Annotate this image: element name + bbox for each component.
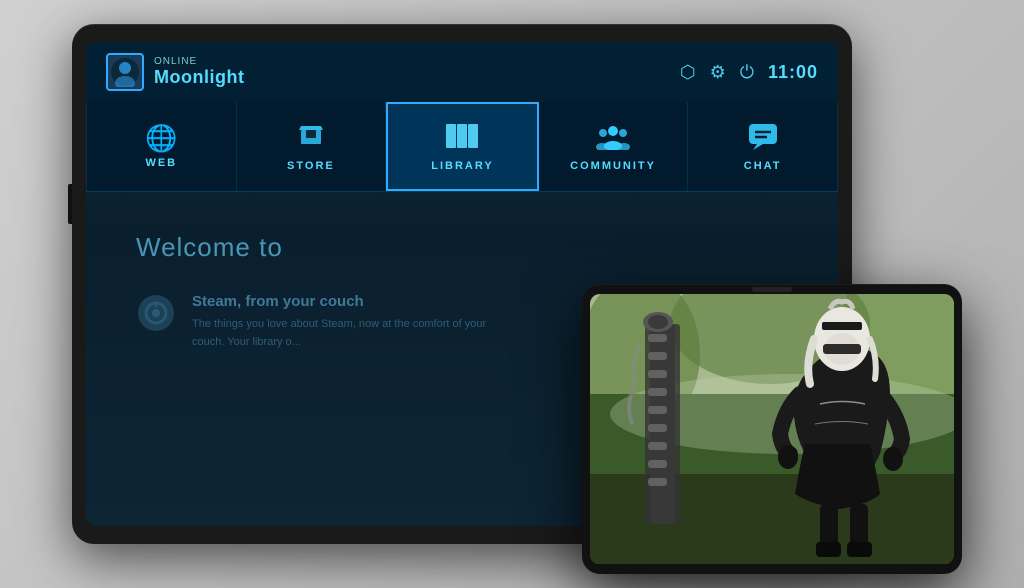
scene: Online Moonlight ⬡ ⚙ ⏻ 11:00 🌐 WEB	[62, 14, 962, 574]
tablet-header: Online Moonlight ⬡ ⚙ ⏻ 11:00	[86, 42, 838, 102]
notification-icon[interactable]: ⬡	[680, 62, 696, 83]
phone-screen	[590, 294, 954, 564]
tab-web[interactable]: 🌐 WEB	[86, 102, 237, 191]
tab-community[interactable]: COMMUNITY	[539, 102, 689, 191]
online-status: Online	[154, 56, 244, 67]
store-icon	[295, 122, 327, 154]
avatar	[106, 53, 144, 91]
tab-chat-label: CHAT	[744, 160, 782, 172]
background-svg	[590, 294, 954, 564]
steam-logo-icon	[136, 293, 176, 333]
nav-tabs: 🌐 WEB STORE	[86, 102, 838, 192]
steam-tagline: Steam, from your couch	[192, 293, 512, 310]
library-icon	[444, 122, 480, 154]
header-icons: ⬡ ⚙ ⏻ 11:00	[680, 62, 818, 83]
tab-web-label: WEB	[145, 157, 177, 169]
user-info: Online Moonlight	[106, 53, 244, 91]
power-icon[interactable]: ⏻	[740, 62, 754, 83]
web-icon: 🌐	[145, 125, 177, 151]
tab-library[interactable]: LIBRARY	[386, 102, 539, 191]
user-text-block: Online Moonlight	[154, 56, 244, 88]
username-label: Moonlight	[154, 67, 244, 88]
tab-chat[interactable]: CHAT	[688, 102, 838, 191]
game-screenshot	[590, 294, 954, 564]
tab-community-label: COMMUNITY	[570, 160, 656, 172]
phone-device	[582, 284, 962, 574]
community-icon	[595, 122, 631, 154]
time-display: 11:00	[768, 62, 818, 83]
tab-store-label: STORE	[287, 160, 335, 172]
steam-text-block: Steam, from your couch The things you lo…	[192, 293, 512, 351]
steam-description: The things you love about Steam, now at …	[192, 316, 512, 351]
settings-icon[interactable]: ⚙	[710, 62, 726, 83]
tab-store[interactable]: STORE	[237, 102, 387, 191]
welcome-title: Welcome to	[136, 232, 788, 263]
tab-library-label: LIBRARY	[431, 160, 493, 172]
chat-icon	[747, 122, 779, 154]
